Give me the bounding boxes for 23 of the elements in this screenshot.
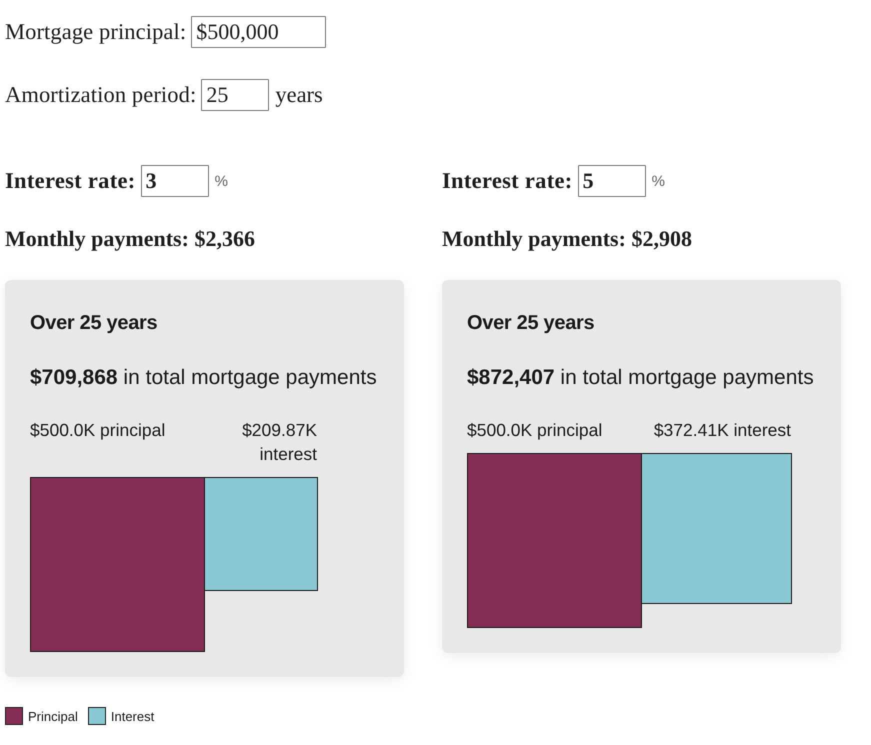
interest-label: $372.41K interest bbox=[654, 419, 791, 442]
legend-label: Interest bbox=[110, 708, 154, 724]
principal-label: $500.0K principal bbox=[467, 419, 602, 442]
monthly-payments-text: Monthly payments: $2,908 bbox=[442, 226, 692, 252]
legend-label: Principal bbox=[28, 708, 78, 724]
field-label: Mortgage principal: bbox=[5, 19, 186, 45]
interest-rate-input[interactable]: 3 bbox=[140, 165, 209, 197]
principal-input[interactable]: $500,000 bbox=[191, 16, 326, 48]
card-title: Over 25 years bbox=[30, 311, 158, 336]
card-title: Over 25 years bbox=[467, 311, 594, 336]
unit-label: years bbox=[275, 82, 323, 108]
unit-label: % bbox=[214, 172, 228, 190]
total-payments-text: $872,407 in total mortgage payments bbox=[467, 365, 814, 391]
rate-label: Interest rate: bbox=[442, 168, 573, 194]
monthly-payments-text: Monthly payments: $2,366 bbox=[5, 226, 255, 252]
rate-label: Interest rate: bbox=[5, 168, 136, 194]
interest-rate-input[interactable]: 5 bbox=[578, 165, 646, 197]
field-label: Amortization period: bbox=[5, 82, 196, 108]
amortization-input[interactable]: 25 bbox=[201, 79, 270, 111]
interest-label: $209.87K interest bbox=[241, 419, 317, 466]
principal-label: $500.0K principal bbox=[30, 419, 166, 442]
unit-label: % bbox=[652, 172, 665, 190]
total-payments-text: $709,868 in total mortgage payments bbox=[30, 365, 377, 391]
